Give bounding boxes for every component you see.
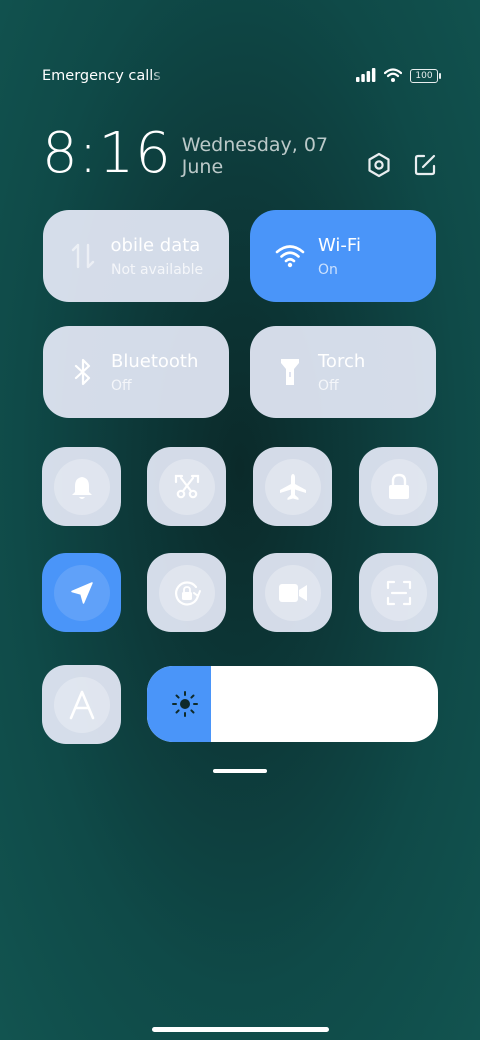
tile-status: On: [318, 261, 338, 278]
location-arrow-icon: [70, 581, 93, 604]
sun-icon: [172, 691, 198, 717]
tile-airplane-mode[interactable]: [253, 447, 332, 526]
tile-title: Torch: [318, 350, 366, 372]
settings-icon: [368, 152, 390, 178]
tile-torch[interactable]: Torch Off: [250, 326, 436, 418]
status-icons: 100: [356, 67, 441, 86]
bell-icon: [71, 474, 92, 499]
tile-wifi[interactable]: Wi-Fi On: [250, 210, 436, 302]
wifi-icon: [383, 67, 403, 86]
tile-title: Mobile data: [111, 234, 201, 256]
scissors-icon: [174, 474, 199, 498]
tile-rotation-lock[interactable]: [147, 553, 226, 632]
header: 8:16 Wednesday, 07 June: [42, 120, 438, 184]
tile-bluetooth[interactable]: Bluetooth Off: [43, 326, 229, 418]
brightness-slider[interactable]: [147, 666, 438, 742]
tile-title: Bluetooth: [111, 350, 199, 372]
tile-scanner[interactable]: [359, 553, 438, 632]
tile-sound[interactable]: [42, 447, 121, 526]
rotation-lock-icon: [174, 580, 201, 606]
edit-button[interactable]: [412, 152, 438, 178]
tile-screen-recorder[interactable]: [253, 553, 332, 632]
carrier-text: Emergency calls only: [42, 68, 166, 84]
letter-a-icon: [69, 690, 94, 719]
bluetooth-icon: [59, 348, 107, 396]
wifi-icon: [266, 232, 314, 280]
tile-status: Off: [318, 377, 339, 394]
settings-button[interactable]: [366, 152, 392, 178]
battery-icon: 100: [410, 69, 441, 83]
clock: 8:16: [42, 121, 172, 186]
date: Wednesday, 07 June: [181, 134, 329, 178]
torch-icon: [266, 348, 314, 396]
signal-icon: [356, 67, 376, 86]
tile-status: Not available: [111, 261, 204, 278]
data-arrows-icon: [59, 232, 107, 280]
home-indicator[interactable]: [152, 1027, 329, 1032]
status-bar: Emergency calls only 100: [42, 62, 441, 90]
tile-location[interactable]: [42, 553, 121, 632]
tile-auto-brightness[interactable]: [42, 665, 121, 744]
lock-icon: [388, 473, 409, 499]
panel-drag-handle[interactable]: [213, 769, 267, 773]
tile-screenshot[interactable]: [147, 447, 226, 526]
tile-title: Wi-Fi: [318, 234, 361, 256]
tile-status: Off: [111, 377, 132, 394]
video-camera-icon: [278, 583, 307, 602]
tile-lock-screen[interactable]: [359, 447, 438, 526]
airplane-icon: [279, 473, 306, 500]
header-actions: [366, 152, 438, 184]
tile-mobile-data[interactable]: Mobile data Not available: [43, 210, 229, 302]
edit-icon: [414, 154, 436, 176]
scan-icon: [386, 580, 411, 605]
